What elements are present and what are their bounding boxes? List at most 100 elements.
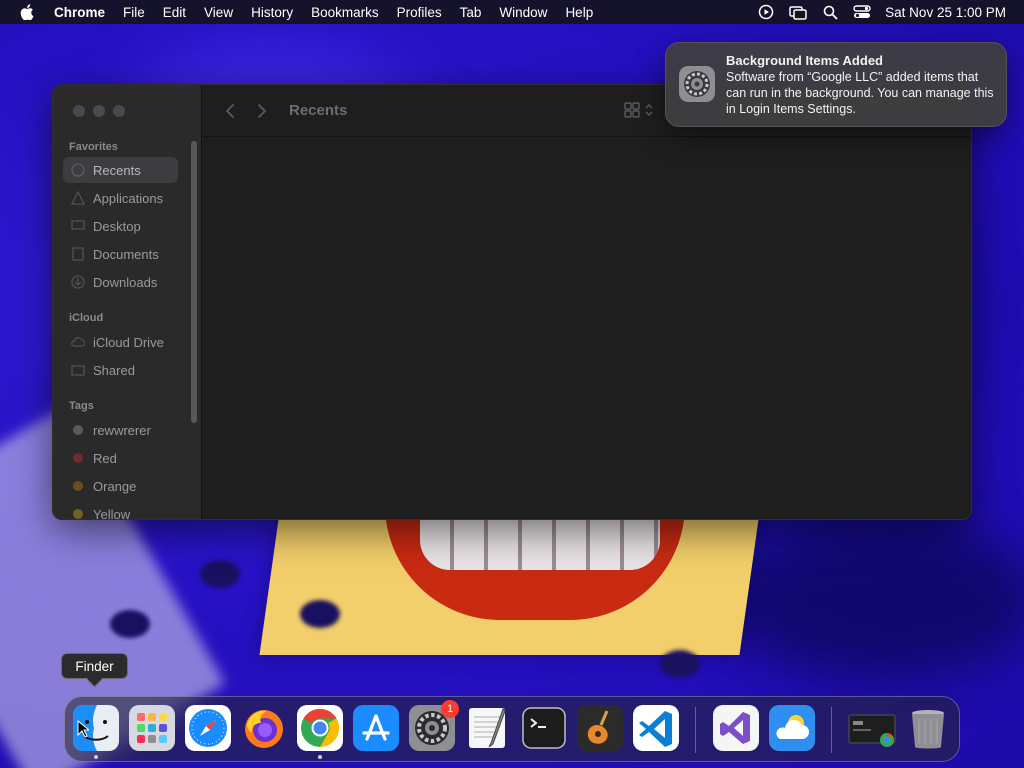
sidebar-item-label: rewwrerer	[93, 422, 151, 438]
notification-body: Software from “Google LLC” added items t…	[726, 70, 994, 116]
dock-app-system-settings[interactable]: 1	[409, 700, 459, 751]
dock-app-visual-studio[interactable]	[713, 705, 759, 751]
minimize-window-button[interactable]	[93, 105, 105, 117]
safari-icon	[185, 705, 231, 751]
window-title: Recents	[289, 102, 348, 119]
launchpad-icon	[129, 705, 175, 751]
menu-history[interactable]: History	[242, 5, 302, 20]
menu-tab[interactable]: Tab	[451, 5, 491, 20]
dock-app-trash[interactable]	[905, 705, 951, 751]
dock-app-safari[interactable]	[185, 705, 231, 751]
chevron-left-icon	[226, 103, 234, 118]
view-mode-button[interactable]	[623, 101, 653, 119]
spotlight-search-icon[interactable]	[821, 3, 839, 21]
dock: 1	[64, 696, 960, 762]
dock-app-chrome[interactable]	[297, 705, 343, 751]
sidebar-header-favorites: Favorites	[69, 141, 118, 153]
sidebar-tag-orange[interactable]: Orange	[63, 473, 178, 499]
dock-app-firefox[interactable]	[241, 705, 287, 751]
trash-icon	[912, 710, 944, 749]
menu-profiles[interactable]: Profiles	[388, 5, 451, 20]
menu-bar-clock[interactable]: Sat Nov 25 1:00 PM	[885, 5, 1006, 20]
dock-app-launchpad[interactable]	[129, 705, 175, 751]
chrome-icon	[297, 705, 343, 751]
cloud-icon	[71, 337, 85, 347]
minimized-window-icon	[848, 714, 896, 747]
dock-app-app-store[interactable]	[353, 705, 399, 751]
notification-title: Background Items Added	[726, 53, 883, 68]
document-icon	[72, 247, 84, 261]
sidebar-scrollbar[interactable]	[191, 141, 197, 423]
back-button[interactable]	[217, 98, 243, 124]
visual-studio-icon	[713, 705, 759, 751]
sidebar-tag-rewwrerer[interactable]: rewwrerer	[63, 417, 178, 443]
wallpaper-shape	[300, 600, 340, 628]
notification-badge: 1	[441, 700, 459, 718]
sidebar-item-shared[interactable]: Shared	[63, 357, 178, 383]
sidebar-item-label: iCloud Drive	[93, 334, 164, 350]
vscode-icon	[633, 705, 679, 751]
zoom-window-button[interactable]	[113, 105, 125, 117]
sidebar-header-tags: Tags	[69, 400, 94, 412]
dock-minimized-window[interactable]	[847, 705, 896, 751]
dock-app-terminal[interactable]	[521, 705, 567, 751]
tag-color-dot	[73, 425, 83, 435]
chevron-updown-icon	[645, 104, 653, 116]
sidebar-item-label: Red	[93, 450, 117, 466]
tag-color-dot	[73, 481, 83, 491]
wallpaper-shape	[200, 560, 240, 588]
weather-icon	[769, 705, 815, 751]
menu-help[interactable]: Help	[556, 5, 602, 20]
dock-app-textedit[interactable]	[465, 705, 511, 751]
wallpaper-shape	[110, 610, 150, 638]
close-window-button[interactable]	[73, 105, 85, 117]
chevron-right-icon	[258, 103, 266, 118]
dock-app-vscode[interactable]	[633, 705, 679, 751]
wallpaper-shape	[660, 650, 700, 678]
sidebar-item-label: Applications	[93, 190, 164, 206]
dock-app-garageband[interactable]	[577, 705, 623, 751]
dock-separator	[831, 707, 832, 753]
clock-icon	[71, 163, 85, 177]
apple-logo-icon[interactable]	[0, 4, 54, 20]
menu-window[interactable]: Window	[490, 5, 556, 20]
dock-separator	[695, 707, 696, 753]
sidebar-tag-yellow[interactable]: Yellow	[63, 501, 178, 520]
finder-content-area[interactable]	[203, 138, 971, 519]
window-controls	[73, 105, 125, 117]
sidebar-item-recents[interactable]: Recents	[63, 157, 178, 183]
menu-edit[interactable]: Edit	[154, 5, 195, 20]
menu-view[interactable]: View	[195, 5, 242, 20]
sidebar-item-label: Yellow	[93, 506, 131, 520]
terminal-icon	[522, 707, 566, 749]
notification-banner[interactable]: Background Items Added Software from “Go…	[665, 42, 1007, 127]
running-indicator	[318, 755, 322, 759]
menu-app-chrome[interactable]: Chrome	[54, 5, 114, 20]
system-settings-gear-icon	[679, 66, 715, 102]
forward-button[interactable]	[249, 98, 275, 124]
menu-bookmarks[interactable]: Bookmarks	[302, 5, 388, 20]
garageband-icon	[577, 705, 623, 751]
shared-folder-icon	[71, 365, 85, 376]
screen-mirroring-icon[interactable]	[789, 3, 807, 21]
dock-app-weather[interactable]	[769, 705, 815, 751]
sidebar-item-applications[interactable]: Applications	[63, 185, 178, 211]
sidebar-item-label: Recents	[93, 162, 141, 178]
sidebar-tag-red[interactable]: Red	[63, 445, 178, 471]
sidebar-item-documents[interactable]: Documents	[63, 241, 178, 267]
screen-record-icon[interactable]	[757, 3, 775, 21]
control-center-icon[interactable]	[853, 3, 871, 21]
sidebar-item-downloads[interactable]: Downloads	[63, 269, 178, 295]
applications-icon	[71, 191, 85, 205]
finder-sidebar: Favorites Recents Applications Desktop D…	[53, 85, 202, 519]
download-icon	[71, 275, 85, 289]
wallpaper-shape	[420, 515, 660, 570]
running-indicator	[94, 755, 98, 759]
sidebar-item-label: Shared	[93, 362, 135, 378]
sidebar-item-icloud-drive[interactable]: iCloud Drive	[63, 329, 178, 355]
tag-color-dot	[73, 453, 83, 463]
dock-tooltip: Finder	[61, 653, 128, 679]
menu-file[interactable]: File	[114, 5, 154, 20]
sidebar-item-label: Documents	[93, 246, 159, 262]
sidebar-item-desktop[interactable]: Desktop	[63, 213, 178, 239]
